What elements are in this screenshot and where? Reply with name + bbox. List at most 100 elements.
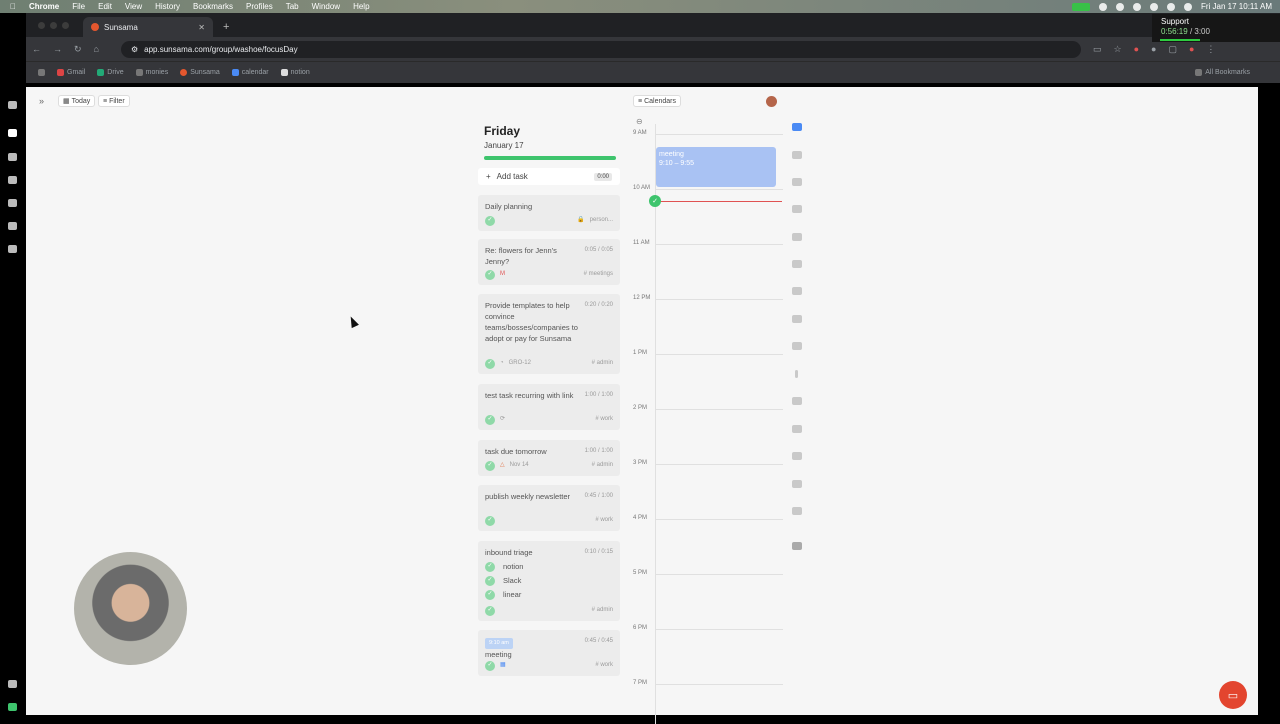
control-center-icon[interactable]	[1184, 2, 1192, 11]
check-icon[interactable]: ✓	[485, 605, 495, 616]
check-icon[interactable]: ✓	[649, 195, 661, 207]
forward-icon[interactable]: →	[53, 44, 62, 54]
status-icon[interactable]	[1099, 2, 1107, 11]
bookmark-sunsama[interactable]: Sunsama	[180, 69, 220, 76]
task-card[interactable]: Re: flowers for Jenn's Jenny? 0:05 / 0:0…	[478, 239, 620, 285]
check-icon[interactable]: ✓	[485, 460, 495, 471]
check-icon[interactable]: ✓	[485, 660, 495, 671]
task-card[interactable]: Provide templates to help convince teams…	[478, 294, 620, 374]
chat-support-button[interactable]: ▭	[1219, 681, 1247, 709]
extension-icon[interactable]: ●	[1134, 44, 1139, 54]
check-icon[interactable]: ✓	[485, 414, 495, 425]
reload-icon[interactable]: ↻	[74, 44, 82, 55]
add-task-button[interactable]: + Add task 0:00	[478, 168, 620, 185]
notes-icon[interactable]	[8, 153, 17, 161]
menu-profiles[interactable]: Profiles	[246, 2, 273, 11]
menubar-clock[interactable]: Fri Jan 17 10:11 AM	[1201, 2, 1272, 11]
check-icon[interactable]: ✓	[485, 561, 495, 572]
menu-bookmarks[interactable]: Bookmarks	[193, 2, 233, 11]
task-card[interactable]: 9:10 am meeting 0:45 / 0:45 ✓ ▦ # work	[478, 630, 620, 676]
palette-icon[interactable]	[792, 452, 802, 460]
tasks-icon[interactable]	[8, 129, 17, 137]
menu-window[interactable]: Window	[312, 2, 340, 11]
task-card[interactable]: Daily planning ✓ 🔒 person...	[478, 195, 620, 231]
bookmark-notion[interactable]: notion	[280, 69, 310, 76]
task-card[interactable]: publish weekly newsletter 0:45 / 1:00 ✓ #…	[478, 485, 620, 531]
status-icon[interactable]	[8, 703, 17, 711]
bookmark-calendar[interactable]: calendar	[231, 69, 269, 76]
check-icon[interactable]: ✓	[485, 589, 495, 600]
menu-view[interactable]: View	[125, 2, 142, 11]
search-icon[interactable]	[1167, 2, 1175, 11]
check-icon[interactable]: ✓	[485, 358, 495, 369]
status-icon[interactable]	[1133, 2, 1141, 11]
send-icon[interactable]	[8, 222, 17, 230]
filter-button[interactable]: ≡ Filter	[98, 95, 130, 107]
bookmark-monies[interactable]: monies	[135, 69, 168, 76]
gmail-icon[interactable]	[792, 233, 802, 241]
menu-file[interactable]: File	[72, 2, 85, 11]
subtask-item[interactable]: ✓ linear	[485, 589, 613, 600]
outlook-icon[interactable]	[792, 287, 802, 295]
apple-icon[interactable]: 	[10, 2, 16, 11]
expand-sidebar-icon[interactable]: »	[39, 96, 44, 106]
menu-tab[interactable]: Tab	[286, 2, 299, 11]
document-icon[interactable]	[792, 205, 802, 213]
back-icon[interactable]: ←	[32, 44, 41, 54]
subtask-item[interactable]: ✓ Slack	[485, 575, 613, 586]
notion-icon[interactable]	[792, 260, 802, 268]
close-icon[interactable]: ✕	[198, 23, 205, 32]
cast-icon[interactable]: ▭	[1093, 44, 1102, 55]
status-icon[interactable]	[1116, 2, 1124, 11]
task-card[interactable]: inbound triage 0:10 / 0:15 ✓ notion ✓ Slac…	[478, 541, 620, 621]
lightning-icon[interactable]	[792, 507, 802, 515]
target-icon[interactable]	[792, 397, 802, 405]
calendar-event[interactable]: meeting 9:10 – 9:55	[656, 147, 776, 187]
avatar[interactable]	[766, 96, 777, 107]
today-button[interactable]: ▦ Today	[58, 95, 96, 107]
wifi-icon[interactable]	[1150, 2, 1158, 11]
calendar-icon[interactable]	[8, 101, 17, 109]
extension-icon[interactable]: ●	[1151, 44, 1156, 54]
sync-icon[interactable]	[792, 315, 802, 323]
site-info-icon[interactable]: ⚙	[131, 45, 138, 54]
linear-icon[interactable]	[792, 342, 802, 350]
new-tab-button[interactable]: +	[223, 21, 229, 33]
asana-icon[interactable]	[792, 151, 802, 159]
home-icon[interactable]: ⌂	[94, 44, 99, 54]
menu-history[interactable]: History	[155, 2, 180, 11]
check-icon[interactable]: ✓	[485, 575, 495, 586]
bookmark-drive[interactable]: Drive	[97, 69, 124, 76]
facetime-icon[interactable]	[1072, 2, 1090, 11]
menu-edit[interactable]: Edit	[98, 2, 112, 11]
menu-dots-icon[interactable]: ⋮	[1206, 44, 1215, 55]
archive-icon[interactable]	[792, 425, 802, 433]
people-icon[interactable]	[8, 245, 17, 253]
check-icon[interactable]: ✓	[485, 215, 495, 226]
calendars-button[interactable]: ≡ Calendars	[633, 95, 682, 107]
book-icon[interactable]	[8, 176, 17, 184]
menu-chrome[interactable]: Chrome	[29, 2, 59, 11]
more-icon[interactable]	[795, 370, 798, 378]
apps-grid-icon[interactable]	[38, 69, 45, 76]
all-bookmarks[interactable]: All Bookmarks	[1195, 69, 1250, 76]
trello-icon[interactable]	[792, 178, 802, 186]
gear-icon[interactable]	[8, 680, 17, 688]
address-bar[interactable]: ⚙ app.sunsama.com/group/washoe/focusDay	[120, 40, 1081, 58]
chart-icon[interactable]	[8, 199, 17, 207]
google-calendar-icon[interactable]	[792, 123, 802, 131]
check-icon[interactable]: ✓	[485, 269, 495, 280]
star-icon[interactable]: ☆	[1114, 44, 1122, 55]
task-card[interactable]: test task recurring with link 1:00 / 1:0…	[478, 384, 620, 430]
profile-icon[interactable]: ●	[1189, 44, 1194, 54]
task-card[interactable]: task due tomorrow 1:00 / 1:00 ✓ △ Nov 14 # …	[478, 440, 620, 476]
plus-icon[interactable]	[792, 542, 802, 550]
extensions-puzzle-icon[interactable]: ▢	[1168, 44, 1177, 55]
support-timer-widget[interactable]: Support 0:56:19 / 3:00	[1152, 14, 1280, 42]
menu-help[interactable]: Help	[353, 2, 369, 11]
check-icon[interactable]: ✓	[485, 515, 495, 526]
window-controls[interactable]	[38, 22, 69, 29]
search-icon[interactable]	[792, 480, 802, 488]
subtask-item[interactable]: ✓ notion	[485, 561, 613, 572]
tab-sunsama[interactable]: Sunsama ✕	[83, 17, 213, 37]
